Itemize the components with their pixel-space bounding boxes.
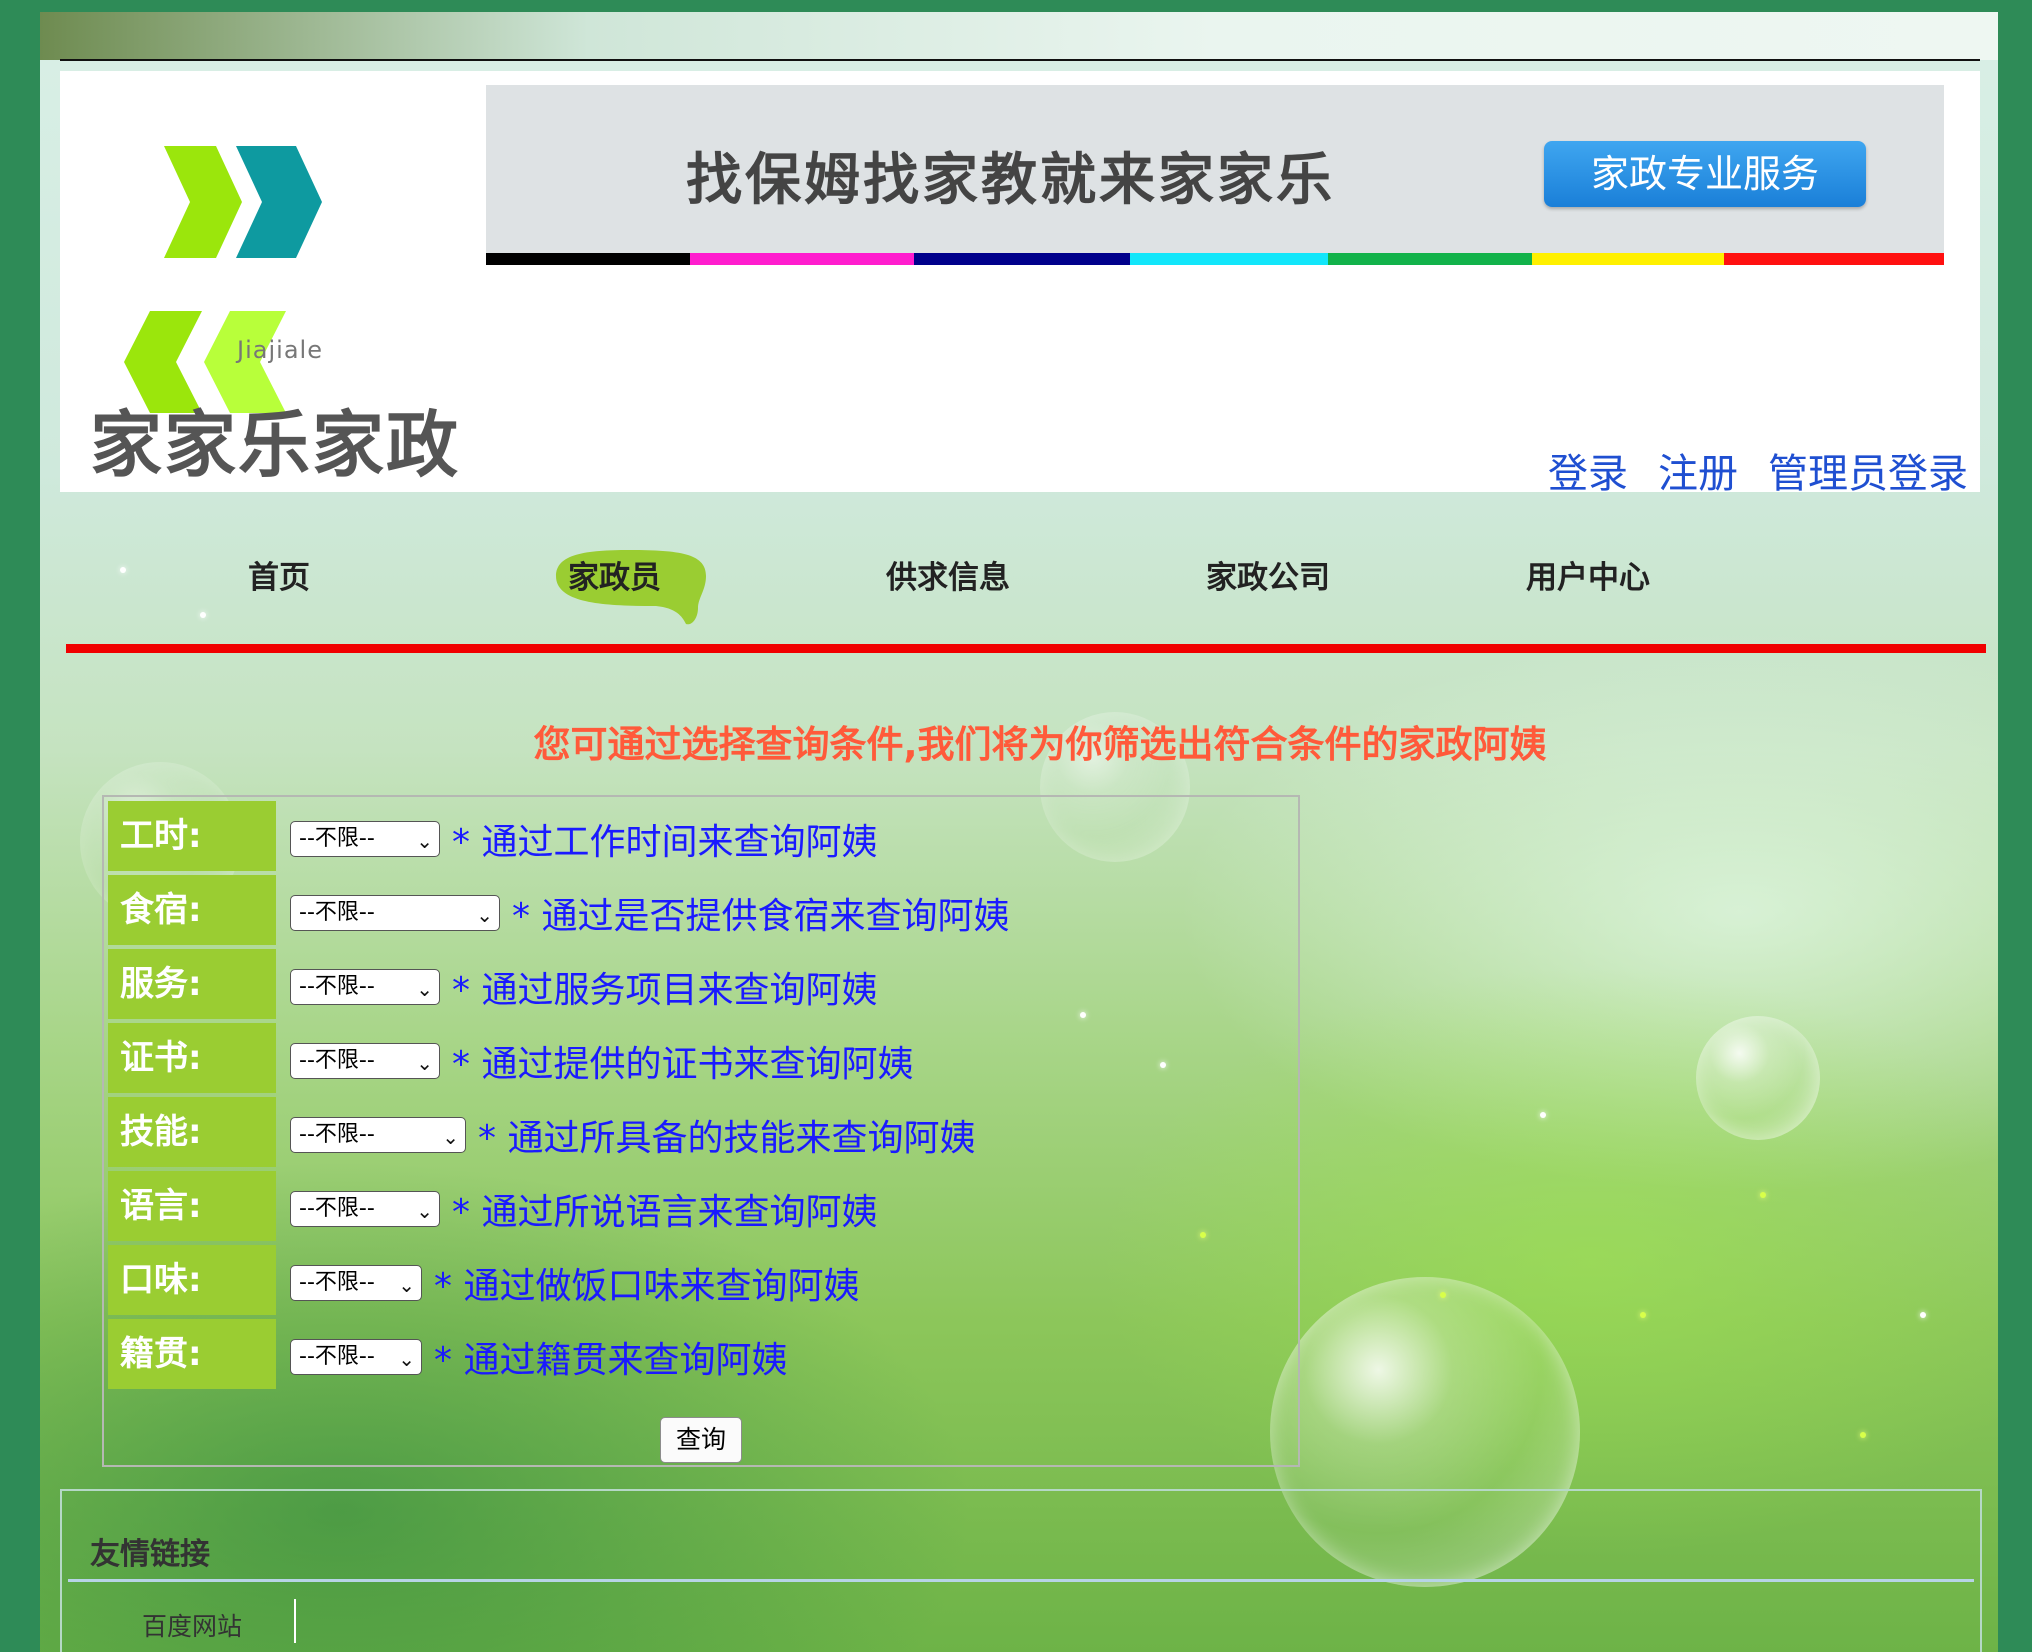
decor-sparkle (1860, 1432, 1866, 1438)
filter-row-hours: 工时: --不限-- ⌄ * 通过工作时间来查询阿姨 (108, 801, 1288, 871)
search-form: 工时: --不限-- ⌄ * 通过工作时间来查询阿姨 食宿: --不限-- ⌄ * … (102, 795, 1300, 1467)
filter-select-certificate[interactable]: --不限-- ⌄ (290, 1043, 440, 1079)
login-link[interactable]: 登录 (1548, 441, 1628, 499)
color-segment (690, 253, 914, 265)
filter-hint: * 通过所具备的技能来查询阿姨 (478, 1118, 976, 1159)
decor-sparkle (1760, 1192, 1766, 1198)
decor-sparkle (1920, 1312, 1926, 1318)
logo-name: 家家乐家政 (90, 403, 461, 487)
filter-row-skill: 技能: --不限-- ⌄ * 通过所具备的技能来查询阿姨 (108, 1097, 1288, 1167)
filter-row-language: 语言: --不限-- ⌄ * 通过所说语言来查询阿姨 (108, 1171, 1288, 1241)
decor-bubble (1696, 1016, 1820, 1140)
filter-select-board[interactable]: --不限-- ⌄ (290, 895, 500, 931)
select-value: --不限-- (299, 1270, 375, 1295)
chevron-down-icon: ⌄ (476, 903, 493, 927)
decor-sparkle (1440, 1292, 1446, 1298)
filter-label: 技能: (108, 1097, 276, 1167)
filter-hint: * 通过工作时间来查询阿姨 (452, 822, 878, 863)
select-value: --不限-- (299, 1196, 375, 1221)
register-link[interactable]: 注册 (1658, 441, 1738, 499)
filter-row-service: 服务: --不限-- ⌄ * 通过服务项目来查询阿姨 (108, 949, 1288, 1019)
filter-hint: * 通过提供的证书来查询阿姨 (452, 1044, 914, 1085)
color-segment (1532, 253, 1724, 265)
page-frame: Jiajiale 家家乐家政 找保姆找家教就来家家乐 家政专业服务 登录 注册 … (40, 12, 1998, 1652)
filter-row-board: 食宿: --不限-- ⌄ * 通过是否提供食宿来查询阿姨 (108, 875, 1288, 945)
filter-row-hometown: 籍贯: --不限-- ⌄ * 通过籍贯来查询阿姨 (108, 1319, 1288, 1389)
chevron-down-icon: ⌄ (416, 1051, 433, 1075)
query-button[interactable]: 查询 (660, 1417, 742, 1463)
admin-login-link[interactable]: 管理员登录 (1768, 441, 1968, 499)
friend-links-divider (68, 1579, 1974, 1582)
chevron-down-icon: ⌄ (416, 977, 433, 1001)
filter-select-skill[interactable]: --不限-- ⌄ (290, 1117, 466, 1153)
filter-hint: * 通过籍贯来查询阿姨 (434, 1340, 788, 1381)
chevron-down-icon: ⌄ (416, 829, 433, 853)
friend-link-baidu[interactable]: 百度网站 (142, 1607, 242, 1643)
select-value: --不限-- (299, 1344, 375, 1369)
filter-select-hometown[interactable]: --不限-- ⌄ (290, 1339, 422, 1375)
banner-color-bar (486, 253, 1944, 265)
logo-subtitle: Jiajiale (237, 336, 323, 364)
filter-label: 口味: (108, 1245, 276, 1315)
nav-home[interactable]: 首页 (248, 552, 310, 597)
chevron-down-icon: ⌄ (398, 1347, 415, 1371)
nav-supply-demand[interactable]: 供求信息 (886, 552, 1010, 597)
chevron-down-icon: ⌄ (398, 1273, 415, 1297)
nav-user-center[interactable]: 用户中心 (1526, 552, 1650, 597)
decor-sparkle (1540, 1112, 1546, 1118)
filter-select-hours[interactable]: --不限-- ⌄ (290, 821, 440, 857)
main-nav: 首页 家政员 供求信息 家政公司 用户中心 (40, 532, 1998, 625)
site-header: Jiajiale 家家乐家政 找保姆找家教就来家家乐 家政专业服务 登录 注册 … (60, 71, 1980, 497)
filter-select-service[interactable]: --不限-- ⌄ (290, 969, 440, 1005)
filter-label: 证书: (108, 1023, 276, 1093)
friend-links-title: 友情链接 (90, 1537, 210, 1572)
banner-slogan: 找保姆找家教就来家家乐 (686, 148, 1335, 213)
nav-housekeepers[interactable]: 家政员 (568, 552, 661, 597)
filter-hint: * 通过所说语言来查询阿姨 (452, 1192, 878, 1233)
color-segment (1130, 253, 1328, 265)
friend-links: 友情链接 百度网站 (60, 1489, 1982, 1652)
select-value: --不限-- (299, 826, 375, 851)
color-segment (1724, 253, 1944, 265)
chevron-down-icon: ⌄ (416, 1199, 433, 1223)
top-gradient-bar (40, 12, 1998, 60)
filter-hint: * 通过服务项目来查询阿姨 (452, 970, 878, 1011)
top-divider (60, 59, 1980, 61)
filter-hint: * 通过做饭口味来查询阿姨 (434, 1266, 860, 1307)
search-notice: 您可通过选择查询条件,我们将为你筛选出符合条件的家政阿姨 (533, 723, 1547, 766)
color-segment (486, 253, 690, 265)
filter-label: 语言: (108, 1171, 276, 1241)
select-value: --不限-- (299, 974, 375, 999)
filter-row-certificate: 证书: --不限-- ⌄ * 通过提供的证书来查询阿姨 (108, 1023, 1288, 1093)
filter-label: 籍贯: (108, 1319, 276, 1389)
filter-label: 食宿: (108, 875, 276, 945)
link-separator (294, 1599, 296, 1643)
chevron-down-icon: ⌄ (442, 1125, 459, 1149)
color-segment (914, 253, 1130, 265)
filter-label: 服务: (108, 949, 276, 1019)
color-segment (1328, 253, 1532, 265)
filter-select-taste[interactable]: --不限-- ⌄ (290, 1265, 422, 1301)
filter-select-language[interactable]: --不限-- ⌄ (290, 1191, 440, 1227)
decor-sparkle (1640, 1312, 1646, 1318)
nav-companies[interactable]: 家政公司 (1206, 552, 1330, 597)
filter-hint: * 通过是否提供食宿来查询阿姨 (512, 896, 1010, 937)
select-value: --不限-- (299, 1048, 375, 1073)
select-value: --不限-- (299, 1122, 375, 1147)
select-value: --不限-- (299, 900, 375, 925)
filter-row-taste: 口味: --不限-- ⌄ * 通过做饭口味来查询阿姨 (108, 1245, 1288, 1315)
nav-divider (66, 644, 1986, 653)
header-banner: 找保姆找家教就来家家乐 家政专业服务 (486, 85, 1944, 253)
auth-links: 登录 注册 管理员登录 (1548, 441, 1968, 499)
banner-service-button[interactable]: 家政专业服务 (1544, 141, 1866, 207)
filter-label: 工时: (108, 801, 276, 871)
